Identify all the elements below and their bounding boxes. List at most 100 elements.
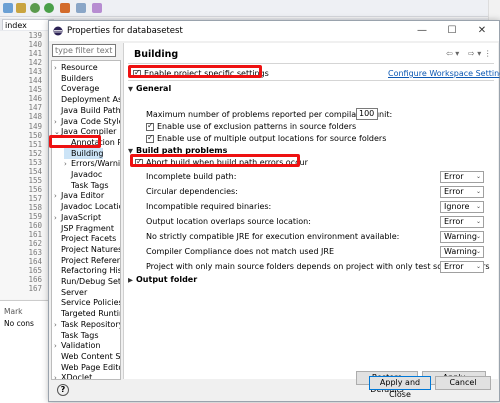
tree-item-service-policies[interactable]: Service Policies [54, 297, 120, 308]
building-page: Building ⇦ ▾ ⇨ ▾ ⋮ Enable project specif… [123, 43, 500, 394]
tree-item-coverage[interactable]: Coverage [54, 83, 99, 94]
severity-select[interactable]: Error ⌄ [440, 216, 484, 228]
help-icon[interactable]: ? [57, 384, 69, 396]
new-icon[interactable] [3, 3, 13, 13]
tree-item-jsp-fragment[interactable]: JSP Fragment [54, 223, 114, 234]
tree-item-project-natures[interactable]: Project Natures [54, 244, 120, 255]
tree-item-javascript[interactable]: › JavaScript [54, 212, 101, 223]
filter-input[interactable] [52, 44, 116, 57]
tree-item-java-build-path[interactable]: Java Build Path [54, 105, 120, 116]
line-number: 144 [28, 76, 42, 86]
tree-item-deployment-ass[interactable]: Deployment Ass [54, 94, 120, 105]
tree-item-label: Javadoc [71, 170, 103, 179]
debug-icon[interactable] [30, 3, 40, 13]
tree-item-building[interactable]: Building [64, 147, 104, 159]
editor-tab[interactable]: index [2, 19, 54, 30]
severity-value: Error [444, 172, 464, 181]
tree-pane: ›ResourceBuildersCoverageDeployment AssJ… [51, 43, 121, 380]
tree-item-server[interactable]: Server [54, 287, 87, 298]
build-problem-label: Incompatible required binaries: [146, 202, 272, 211]
tree-item-javadoc[interactable]: Javadoc [64, 169, 102, 180]
close-button[interactable]: ✕ [467, 21, 497, 41]
chevron-down-icon: ⌄ [475, 173, 481, 180]
build-problem-label: Output location overlaps source location… [146, 217, 311, 226]
tree-item-resource[interactable]: › Resource [54, 62, 98, 73]
tree-item-task-repository[interactable]: › Task Repository [54, 319, 121, 330]
tree-item-javadoc-location[interactable]: Javadoc Location [54, 201, 120, 212]
tree-item-builders[interactable]: Builders [54, 73, 93, 84]
tree-item-run-debug-setti[interactable]: Run/Debug Setti [54, 276, 121, 287]
line-number: 149 [28, 121, 42, 131]
minimize-button[interactable]: — [407, 21, 437, 41]
markers-tab[interactable]: Mark [4, 307, 23, 316]
tree-item-label: Validation [61, 341, 101, 351]
build-problem-label: Incomplete build path: [146, 172, 237, 181]
tree-item-task-tags[interactable]: Task Tags [54, 330, 99, 341]
general-section[interactable]: ▼ General [128, 84, 171, 93]
tree-item-label: Task Tags [71, 180, 109, 190]
title-separator [128, 63, 494, 64]
tree-item-label: Errors/Warnin [71, 159, 121, 169]
tree-item-project-referenc[interactable]: Project Referenc [54, 255, 120, 266]
severity-select[interactable]: Ignore ⌄ [440, 201, 484, 213]
severity-value: Error [444, 187, 464, 196]
severity-select[interactable]: Warning ⌄ [440, 246, 484, 258]
search-icon[interactable] [92, 3, 102, 13]
open-type-icon[interactable] [76, 3, 86, 13]
tree-item-java-editor[interactable]: › Java Editor [54, 190, 104, 201]
tree-item-label: Run/Debug Setti [61, 277, 121, 286]
save-icon[interactable] [16, 3, 26, 13]
output-folder-section[interactable]: ▶ Output folder [128, 275, 197, 284]
back-arrow-icon[interactable]: ⇦ ▾ [446, 49, 459, 58]
apply-and-close-button[interactable]: Apply and Close [369, 376, 431, 399]
tree-item-label: Targeted Runtim [61, 309, 121, 319]
dialog-title: Properties for databasetest [67, 26, 183, 36]
page-title: Building [134, 49, 179, 60]
severity-select[interactable]: Error ⌄ [440, 261, 484, 273]
line-number: 161 [28, 230, 42, 240]
maximize-button[interactable]: ☐ [437, 21, 467, 41]
severity-select[interactable]: Error ⌄ [440, 171, 484, 183]
configure-workspace-link[interactable]: Configure Workspace Settings... [388, 69, 500, 78]
tree-item-project-facets[interactable]: Project Facets [54, 233, 116, 244]
dialog-footer: ? Apply and Close Cancel [49, 376, 499, 401]
severity-select[interactable]: Warning ⌄ [440, 231, 484, 243]
line-number: 155 [28, 175, 42, 185]
tree-item-web-content-se[interactable]: Web Content Se [54, 351, 120, 362]
tree-item-web-page-editor[interactable]: Web Page Editor [54, 362, 120, 373]
line-number: 145 [28, 85, 42, 95]
tree-item-label: Javadoc Location [61, 202, 120, 212]
line-number: 151 [28, 139, 42, 149]
severity-select[interactable]: Error ⌄ [440, 186, 484, 198]
output-folder-header: Output folder [136, 275, 198, 284]
editor-gutter: 139 140 141 142 143 144 145 146 147 148 149 150 151 1… [0, 31, 48, 299]
line-number: 156 [28, 184, 42, 194]
line-number: 159 [28, 212, 42, 221]
chevron-down-icon: ⌄ [475, 263, 481, 270]
build-problem-label: Circular dependencies: [146, 187, 238, 196]
line-number: 163 [28, 248, 42, 258]
line-number: 157 [28, 193, 42, 203]
exclusion-patterns-checkbox[interactable] [146, 121, 154, 131]
tree-item-validation[interactable]: › Validation [54, 340, 101, 351]
tree-item-label: Refactoring Histo [61, 266, 120, 276]
external-tools-icon[interactable] [60, 3, 70, 13]
tree-item-label: Task Repository [61, 319, 121, 329]
max-problems-input[interactable]: 100 [356, 108, 378, 120]
dialog-titlebar[interactable]: Properties for databasetest — ☐ ✕ [49, 21, 499, 41]
chevron-down-icon: ⌄ [475, 233, 481, 240]
bottom-panel: Mark No cons [0, 300, 48, 403]
run-icon[interactable] [44, 3, 54, 13]
tree-item-label: JSP Fragment [61, 223, 115, 233]
tree-item-java-code-style[interactable]: › Java Code Style [54, 116, 120, 127]
tree-item-task-tags[interactable]: Task Tags [64, 180, 109, 191]
tree-item-errors-warnin[interactable]: › Errors/Warnin [64, 158, 121, 169]
tree-item-targeted-runtim[interactable]: Targeted Runtim [54, 308, 121, 319]
build-problem-label: No strictly compatible JRE for execution… [146, 232, 400, 241]
forward-arrow-icon[interactable]: ⇨ ▾ ⋮ [468, 49, 492, 58]
line-number: 148 [28, 112, 42, 122]
cancel-button[interactable]: Cancel [435, 376, 491, 390]
tree-item-refactoring-histo[interactable]: Refactoring Histo [54, 265, 120, 276]
multiple-output-checkbox[interactable] [146, 133, 154, 143]
line-number: 165 [28, 266, 42, 276]
